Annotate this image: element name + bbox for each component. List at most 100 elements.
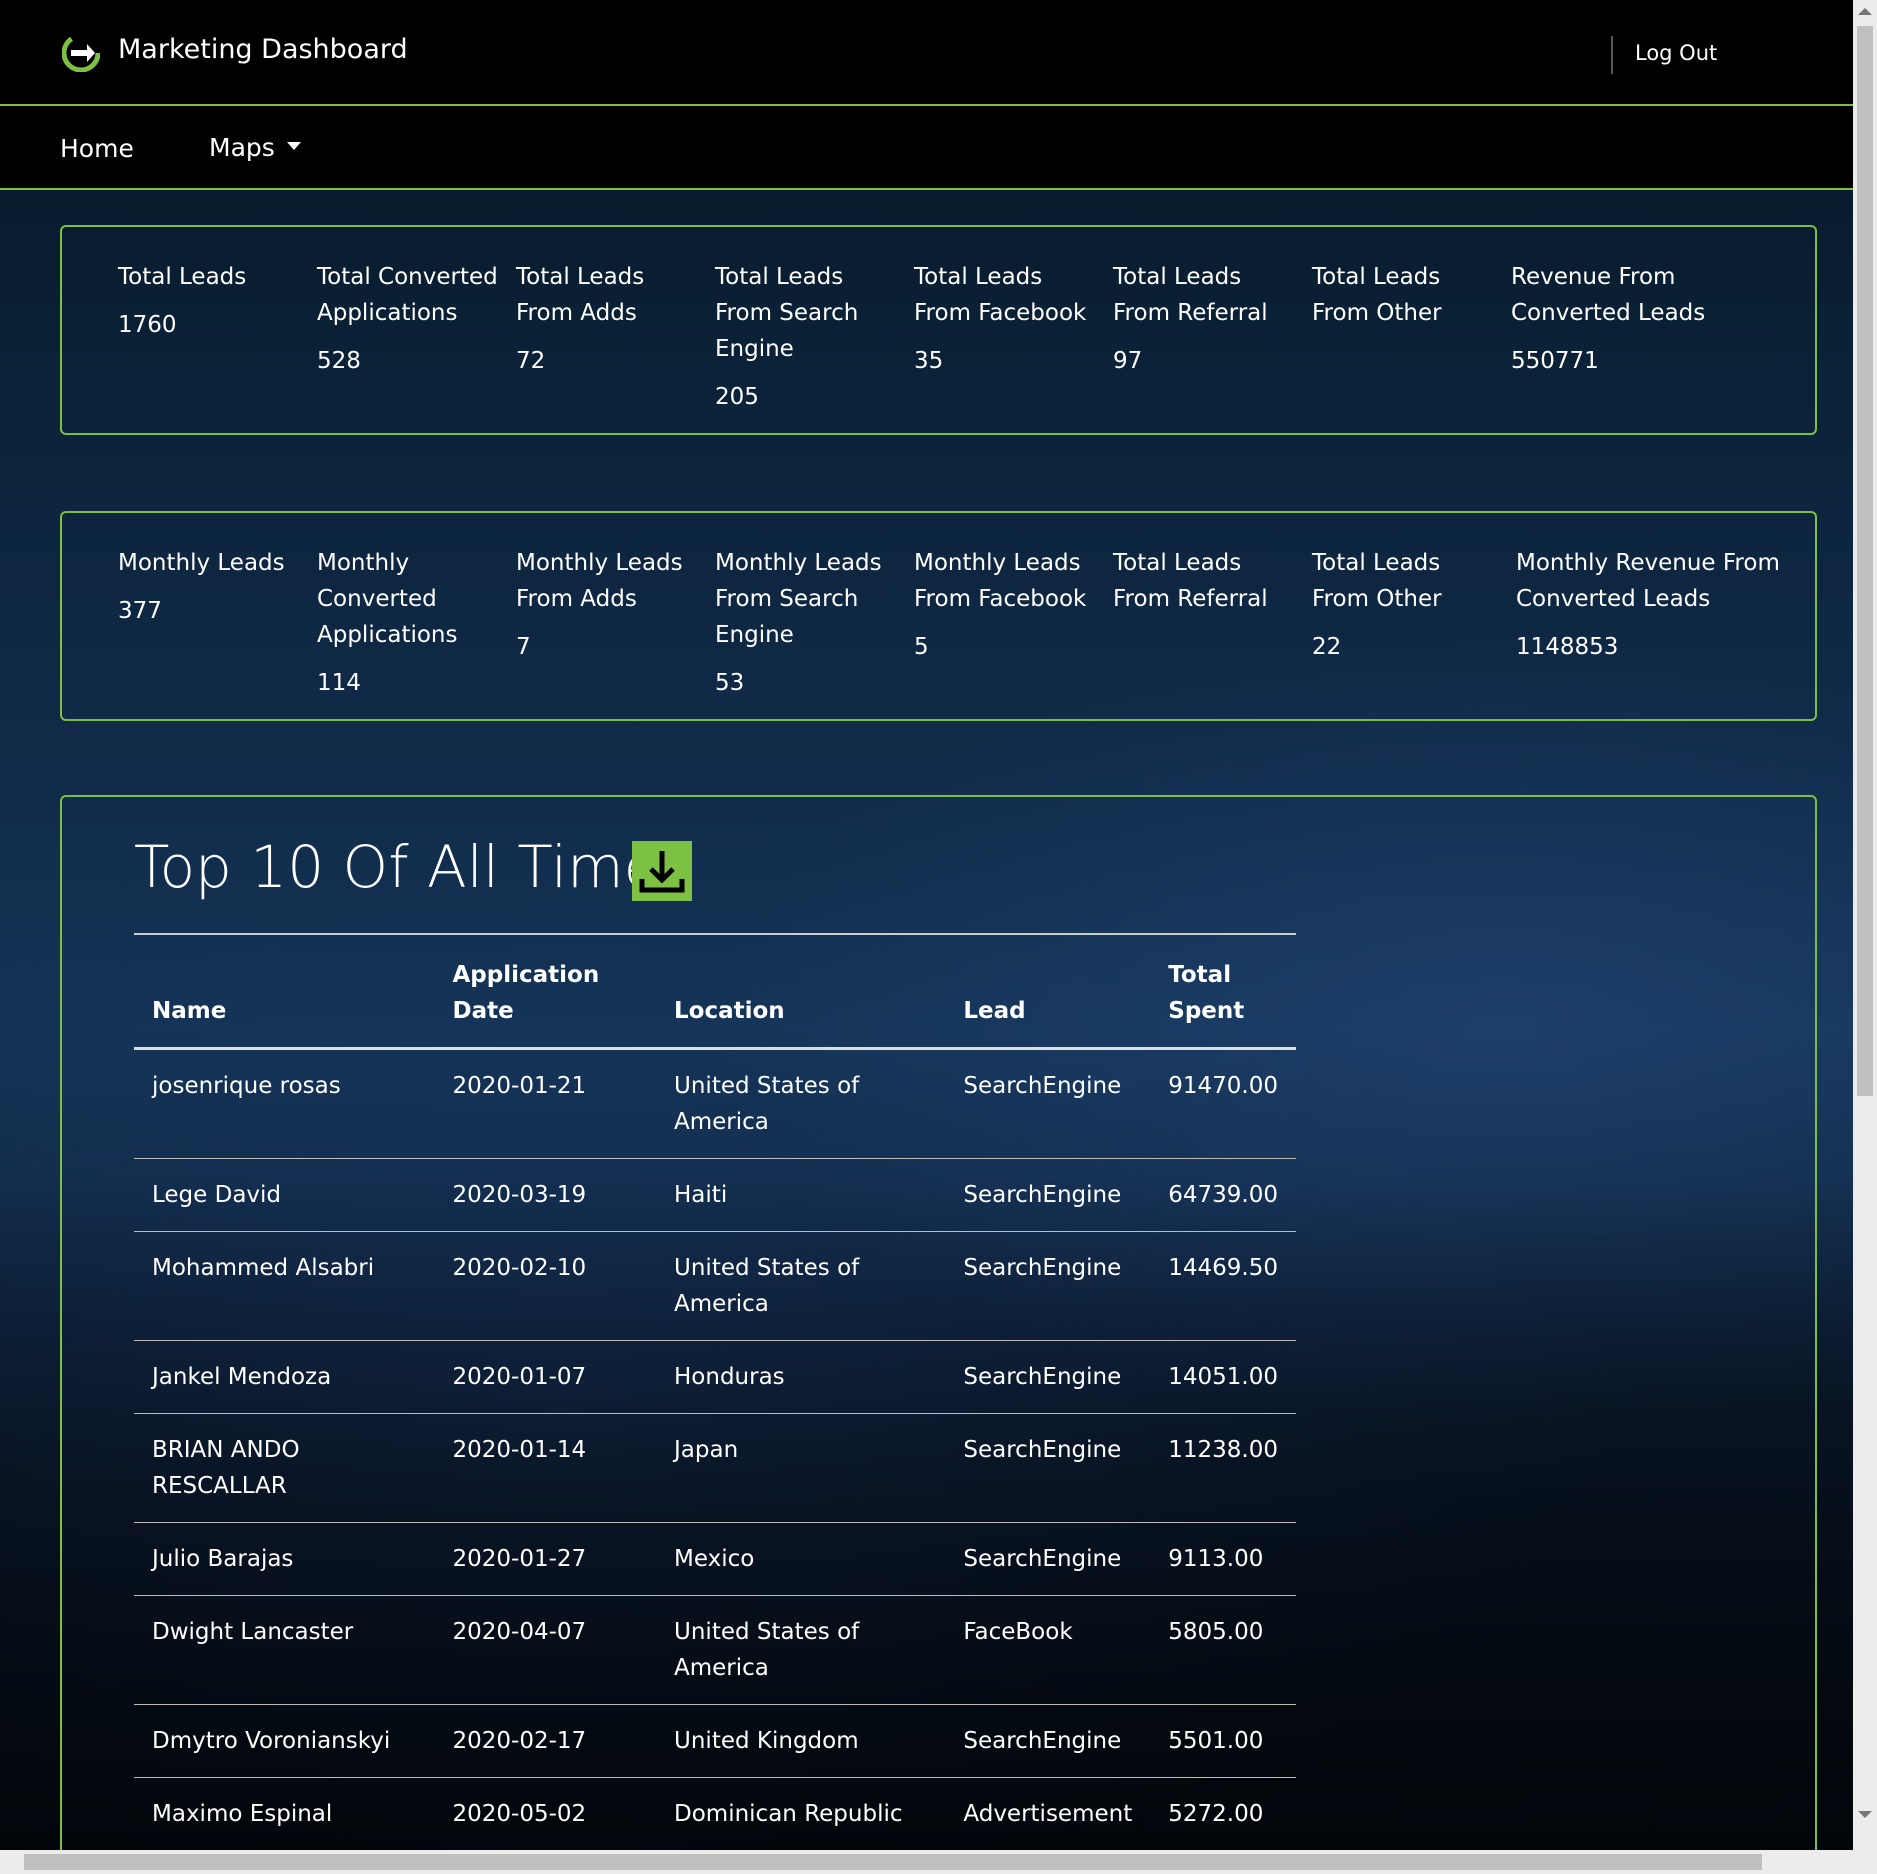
table-cell: BRIAN ANDO RESCALLAR [134, 1413, 435, 1523]
total-stat-label: Revenue From Converted Leads [1511, 264, 1706, 326]
total-stat: Revenue From Converted Leads 550771 [1511, 259, 1761, 379]
monthly-stat-label: Monthly Leads From Search Engine [715, 550, 882, 648]
column-header: Location [656, 933, 946, 1050]
monthly-stat-value: 5 [914, 634, 929, 660]
total-stats-panel: Total Leads 1760 Total Converted Applicati… [60, 225, 1817, 435]
table-cell: Haiti [656, 1158, 946, 1232]
total-stat: Total Converted Applications 528 [317, 259, 502, 379]
table-cell: 5805.00 [1150, 1595, 1296, 1705]
monthly-stat-value: 22 [1312, 634, 1342, 660]
table-cell: 14469.50 [1150, 1231, 1296, 1341]
monthly-stat: Total Leads From Referral [1113, 545, 1298, 629]
monthly-stat-label: Monthly Leads [118, 550, 285, 576]
scrollbar-corner [1853, 1850, 1877, 1874]
horizontal-scrollbar[interactable] [0, 1850, 1853, 1874]
table-cell: United States of America [656, 1231, 946, 1341]
column-header: Application Date [434, 933, 657, 1050]
monthly-stat-label: Monthly Leads From Facebook [914, 550, 1087, 612]
table-cell: 2020-01-14 [434, 1413, 657, 1523]
table-cell: Mohammed Alsabri [134, 1231, 435, 1341]
logo-icon [62, 34, 100, 72]
table-cell: United States of America [656, 1595, 946, 1705]
total-stat-label: Total Leads From Other [1312, 264, 1442, 326]
top-header: Marketing Dashboard Log Out [0, 0, 1853, 106]
monthly-stat-label: Monthly Revenue From Converted Leads [1516, 550, 1780, 612]
table-row: Mohammed Alsabri 2020-02-10 United States … [134, 1231, 1296, 1341]
monthly-stat-label: Total Leads From Other [1312, 550, 1442, 612]
nav-bar: Home Maps [0, 106, 1853, 190]
table-cell: 2020-03-19 [434, 1158, 657, 1232]
total-stat-value: 97 [1113, 348, 1143, 374]
monthly-stat: Monthly Revenue From Converted Leads 1148… [1516, 545, 1815, 665]
total-stat-label: Total Leads From Referral [1113, 264, 1268, 326]
table-cell: Julio Barajas [134, 1522, 435, 1596]
table-cell: 2020-05-02 [434, 1777, 657, 1850]
table-cell: Lege David [134, 1158, 435, 1232]
scroll-down-arrow-icon[interactable] [1858, 1811, 1872, 1818]
table-cell: SearchEngine [945, 1231, 1151, 1341]
table-cell: FaceBook [945, 1595, 1151, 1705]
monthly-stat: Monthly Leads From Search Engine 53 [715, 545, 890, 701]
table-cell: 2020-01-07 [434, 1340, 657, 1414]
table-cell: SearchEngine [945, 1340, 1151, 1414]
total-stat: Total Leads From Other [1312, 259, 1487, 343]
logout-link[interactable]: Log Out [1635, 41, 1717, 65]
download-icon [639, 851, 685, 893]
table-cell: 14051.00 [1150, 1340, 1296, 1414]
top10-table: Name Application Date Location Lead Total Sp… [134, 933, 1296, 1850]
table-cell: Japan [656, 1413, 946, 1523]
monthly-stat-value: 7 [516, 634, 531, 660]
total-stat-label: Total Leads [118, 264, 247, 290]
total-stat-value: 72 [516, 348, 546, 374]
total-stat-label: Total Leads From Facebook [914, 264, 1087, 326]
top10-panel: Top 10 Of All Time Name Application Date L… [60, 795, 1817, 1850]
page: Marketing Dashboard Log Out Home Maps To… [0, 0, 1853, 1850]
header-divider [1611, 36, 1613, 74]
table-row: BRIAN ANDO RESCALLAR 2020-01-14 Japan Searc… [134, 1413, 1296, 1523]
table-cell: Jankel Mendoza [134, 1340, 435, 1414]
download-button[interactable] [632, 841, 692, 901]
table-cell: Dwight Lancaster [134, 1595, 435, 1705]
vertical-scroll-thumb[interactable] [1857, 26, 1873, 1096]
table-row: Lege David 2020-03-19 Haiti SearchEngine 647… [134, 1158, 1296, 1232]
monthly-stat-value: 1148853 [1516, 634, 1619, 660]
app-title: Marketing Dashboard [118, 34, 408, 65]
caret-down-icon [286, 142, 301, 150]
table-cell: SearchEngine [945, 1158, 1151, 1232]
total-stat-label: Total Leads From Adds [516, 264, 645, 326]
monthly-stat-value: 53 [715, 670, 745, 696]
top10-title: Top 10 Of All Time [134, 833, 660, 901]
monthly-stat-value: 377 [118, 598, 162, 624]
monthly-stat-label: Monthly Leads From Adds [516, 550, 683, 612]
column-header: Name [134, 933, 435, 1050]
monthly-stat-label: Monthly Converted Applications [317, 550, 458, 648]
table-body: josenrique rosas 2020-01-21 United States … [134, 1048, 1296, 1850]
total-stat-label: Total Converted Applications [317, 264, 498, 326]
monthly-stat: Monthly Leads From Adds 7 [516, 545, 691, 665]
table-row: Maximo Espinal 2020-05-02 Dominican Republ… [134, 1777, 1296, 1850]
horizontal-scroll-thumb[interactable] [24, 1854, 1762, 1870]
vertical-scrollbar[interactable] [1853, 0, 1877, 1850]
monthly-stat-value: 114 [317, 670, 361, 696]
monthly-stat: Total Leads From Other 22 [1312, 545, 1487, 665]
nav-maps-label: Maps [209, 133, 275, 162]
table-cell: 5272.00 [1150, 1777, 1296, 1850]
table-cell: 2020-02-10 [434, 1231, 657, 1341]
table-row: Dwight Lancaster 2020-04-07 United States … [134, 1595, 1296, 1705]
table-cell: 2020-01-27 [434, 1522, 657, 1596]
monthly-stats-panel: Monthly Leads 377 Monthly Converted Applic… [60, 511, 1817, 721]
nav-home-link[interactable]: Home [60, 134, 134, 163]
scroll-up-arrow-icon[interactable] [1858, 8, 1872, 15]
table-cell: 91470.00 [1150, 1048, 1296, 1159]
table-cell: SearchEngine [945, 1413, 1151, 1523]
monthly-stat: Monthly Leads From Facebook 5 [914, 545, 1099, 665]
total-stat-label: Total Leads From Search Engine [715, 264, 859, 362]
table-row: Dmytro Voronianskyi 2020-02-17 United King… [134, 1704, 1296, 1778]
nav-maps-dropdown[interactable]: Maps [209, 133, 301, 162]
table-cell: Honduras [656, 1340, 946, 1414]
table-cell: Advertisement [945, 1777, 1151, 1850]
table-cell: Dominican Republic [656, 1777, 946, 1850]
table-cell: josenrique rosas [134, 1048, 435, 1159]
table-cell: Maximo Espinal [134, 1777, 435, 1850]
total-stat-value: 205 [715, 384, 759, 410]
